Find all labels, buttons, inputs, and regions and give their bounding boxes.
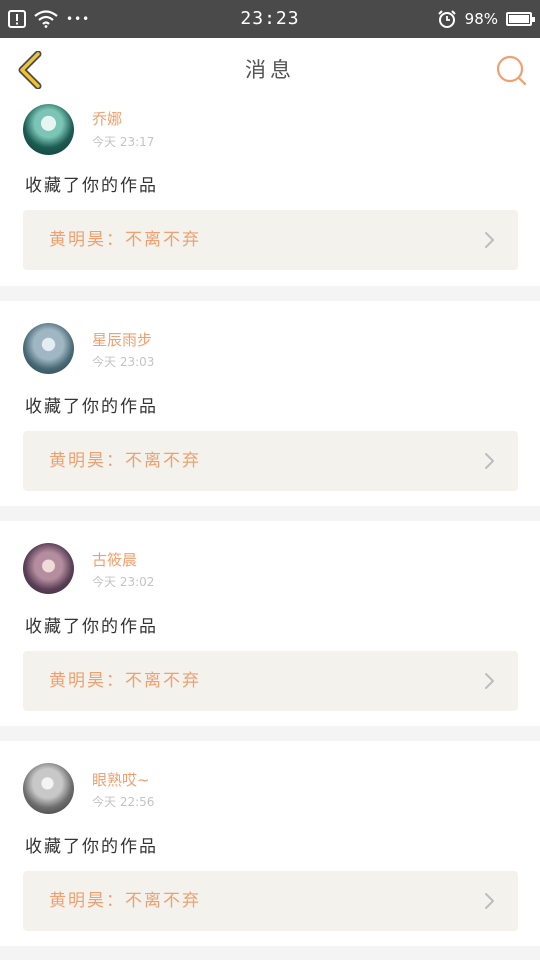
chevron-right-icon: [485, 673, 494, 689]
search-icon[interactable]: [494, 53, 528, 87]
action-text: 收藏了你的作品: [25, 397, 158, 417]
action-text: 收藏了你的作品: [25, 176, 158, 196]
work-link[interactable]: 黄明昊：不离不弃: [23, 210, 518, 270]
work-link[interactable]: 黄明昊：不离不弃: [23, 651, 518, 711]
avatar[interactable]: [23, 323, 74, 374]
timestamp: 今天 22:56: [92, 795, 155, 809]
notification-card: 乔娜 今天 23:17 收藏了你的作品 黄明昊：不离不弃: [0, 92, 540, 286]
work-title: 黄明昊：不离不弃: [49, 891, 201, 911]
status-right-icons: 98%: [437, 8, 535, 30]
username[interactable]: 乔娜: [92, 108, 122, 129]
work-title: 黄明昊：不离不弃: [49, 671, 201, 691]
timestamp: 今天 23:17: [92, 135, 155, 149]
notification-card: 古筱晨 今天 23:02 收藏了你的作品 黄明昊：不离不弃: [0, 521, 540, 726]
action-text: 收藏了你的作品: [25, 617, 158, 637]
avatar[interactable]: [23, 104, 74, 155]
username[interactable]: 古筱晨: [92, 549, 137, 570]
timestamp: 今天 23:02: [92, 575, 155, 589]
notification-card: 星辰雨步 今天 23:03 收藏了你的作品 黄明昊：不离不弃: [0, 301, 540, 506]
timestamp: 今天 23:03: [92, 355, 155, 369]
work-link[interactable]: 黄明昊：不离不弃: [23, 431, 518, 491]
username[interactable]: 星辰雨步: [92, 329, 152, 350]
username[interactable]: 眼熟哎~: [92, 769, 150, 790]
alarm-icon: [437, 10, 456, 28]
chevron-right-icon: [485, 232, 494, 248]
battery-percent: 98%: [464, 10, 498, 28]
notification-card: 眼熟哎~ 今天 22:56 收藏了你的作品 黄明昊：不离不弃: [0, 741, 540, 946]
chevron-right-icon: [485, 453, 494, 469]
action-text: 收藏了你的作品: [25, 837, 158, 857]
avatar[interactable]: [23, 543, 74, 594]
work-link[interactable]: 黄明昊：不离不弃: [23, 871, 518, 931]
status-bar: ••• 23:23 98%: [0, 0, 540, 38]
work-title: 黄明昊：不离不弃: [49, 451, 201, 471]
avatar[interactable]: [23, 763, 74, 814]
battery-icon: [506, 12, 535, 26]
work-title: 黄明昊：不离不弃: [49, 230, 201, 250]
chevron-right-icon: [485, 893, 494, 909]
battery-level: [509, 15, 529, 23]
